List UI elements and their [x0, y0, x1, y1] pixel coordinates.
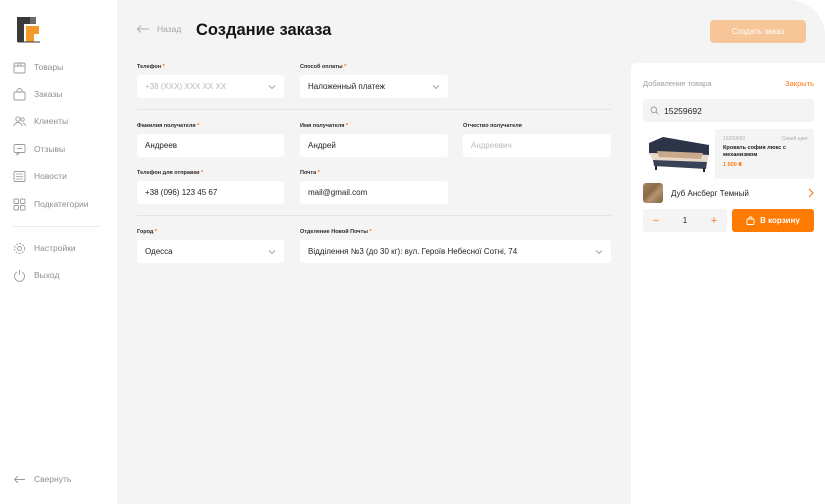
sidebar-divider [13, 226, 101, 227]
quantity-stepper[interactable]: − 1 + [643, 209, 727, 232]
sidebar: Товары Заказы Клиенты Отзывы Новости Под… [0, 0, 117, 504]
grid-icon [13, 198, 26, 210]
chevron-down-icon [268, 84, 276, 89]
create-order-button[interactable]: Создать заказ [710, 20, 806, 43]
add-to-cart-label: В корзину [760, 216, 800, 225]
sidebar-item-orders[interactable]: Заказы [13, 86, 62, 102]
branch-label: Отделение Новой Почты * [300, 229, 372, 235]
product-sku: 15259692 [723, 136, 746, 142]
product-search-input[interactable]: 15259692 [643, 99, 814, 122]
back-button[interactable]: Назад [136, 24, 181, 34]
sidebar-item-label: Настройки [34, 243, 76, 253]
sender-phone-input[interactable]: +38 (096) 123 45 67 [137, 181, 284, 204]
sidebar-item-clients[interactable]: Клиенты [13, 113, 68, 129]
variant-swatch [643, 183, 663, 203]
arrow-left-icon [136, 25, 149, 33]
box-icon [13, 62, 26, 73]
product-name: Кровать софия люкс с механизмом [723, 145, 786, 158]
logo[interactable] [14, 14, 42, 44]
users-icon [13, 115, 26, 126]
last-name-label: Фамилия получателя * [137, 123, 200, 129]
phone-placeholder: +38 (XXX) XXX XX XX [145, 82, 227, 91]
chevron-down-icon [432, 84, 440, 89]
back-label: Назад [157, 24, 182, 34]
sidebar-item-news[interactable]: Новости [13, 168, 67, 184]
sidebar-item-label: Выход [34, 270, 60, 280]
sidebar-item-label: Подкатегории [34, 199, 89, 209]
chevron-right-icon [808, 188, 814, 198]
patronymic-label: Отчество получателя [463, 123, 522, 129]
divider [137, 109, 611, 110]
product-color: Синий цвет [781, 136, 808, 142]
arrow-left-icon [13, 475, 25, 483]
first-name-value: Андрей [308, 141, 336, 150]
email-input[interactable]: mail@gmail.com [300, 181, 448, 204]
sidebar-item-reviews[interactable]: Отзывы [13, 141, 65, 157]
search-icon [650, 106, 659, 115]
payment-label: Способ оплаты * [300, 64, 347, 70]
sidebar-item-subcategories[interactable]: Подкатегории [13, 196, 88, 212]
panel-title: Добавление товара [643, 79, 712, 88]
sidebar-item-label: Отзывы [34, 144, 66, 154]
sidebar-item-logout[interactable]: Выход [13, 267, 59, 283]
last-name-input[interactable]: Андреев [137, 134, 284, 157]
email-label: Почта * [300, 170, 320, 176]
chevron-down-icon [595, 249, 603, 254]
first-name-input[interactable]: Андрей [300, 134, 448, 157]
payment-select[interactable]: Наложенный платеж [300, 75, 448, 98]
bag-icon [13, 87, 26, 100]
decrement-button[interactable]: − [651, 215, 661, 227]
city-select[interactable]: Одесса [137, 240, 284, 263]
product-price: 1 500 ₴ [723, 162, 742, 168]
email-value: mail@gmail.com [308, 188, 368, 197]
city-label: Город * [137, 229, 158, 235]
add-to-cart-button[interactable]: В корзину [732, 209, 814, 232]
sender-phone-value: +38 (096) 123 45 67 [145, 188, 218, 197]
add-product-panel: Добавление товара Закрыть 15259692 15259… [631, 63, 825, 504]
product-image [643, 129, 715, 179]
page-title: Создание заказа [196, 21, 332, 39]
sender-phone-label: Телефон для отправки * [137, 170, 204, 176]
city-value: Одесса [145, 247, 173, 256]
phone-input[interactable]: +38 (XXX) XXX XX XX [137, 75, 284, 98]
collapse-label: Свернуть [34, 474, 72, 484]
gear-icon [14, 242, 25, 254]
phone-label: Телефон * [137, 64, 165, 70]
close-panel-button[interactable]: Закрыть [785, 79, 814, 88]
product-card[interactable]: 15259692 Синий цвет Кровать софия люкс с… [643, 129, 814, 179]
patronymic-placeholder: Андреевич [471, 141, 512, 150]
sidebar-item-label: Новости [34, 171, 67, 181]
patronymic-input[interactable]: Андреевич [463, 134, 611, 157]
last-name-value: Андреев [145, 141, 178, 150]
payment-value: Наложенный платеж [308, 82, 385, 91]
bag-icon [746, 216, 755, 225]
newspaper-icon [13, 170, 26, 182]
branch-value: Відділення №3 (до 30 кг): вул. Героїв Не… [308, 247, 518, 256]
first-name-label: Имя получателя * [300, 123, 349, 129]
variant-selector[interactable]: Дуб Ансберг Темный [643, 183, 814, 203]
chat-icon [13, 143, 26, 156]
increment-button[interactable]: + [709, 215, 719, 227]
power-icon [14, 269, 25, 282]
branch-select[interactable]: Відділення №3 (до 30 кг): вул. Героїв Не… [300, 240, 611, 263]
sidebar-item-products[interactable]: Товары [13, 59, 63, 75]
search-value: 15259692 [664, 105, 702, 116]
sidebar-item-label: Заказы [34, 89, 63, 99]
main-content: Назад Создание заказа Создать заказ Теле… [117, 0, 825, 504]
quantity-value: 1 [682, 216, 688, 225]
collapse-sidebar-button[interactable]: Свернуть [13, 471, 71, 487]
sidebar-item-settings[interactable]: Настройки [13, 240, 76, 256]
variant-name: Дуб Ансберг Темный [671, 188, 749, 198]
chevron-down-icon [268, 249, 276, 254]
divider [137, 215, 611, 216]
sidebar-item-label: Товары [34, 62, 64, 72]
sidebar-item-label: Клиенты [34, 116, 69, 126]
